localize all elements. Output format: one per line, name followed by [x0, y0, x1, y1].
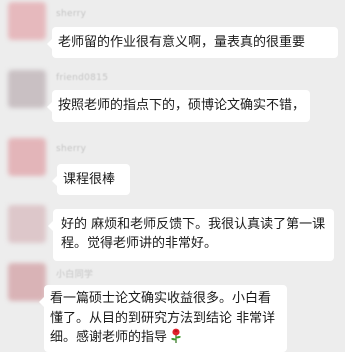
- chat-window: sherry 老师留的作业很有意义啊，量表真的很重要 friend0815 按照…: [0, 0, 345, 352]
- message-bubble[interactable]: 老师留的作业很有意义啊，量表真的很重要: [47, 27, 338, 58]
- message-bubble[interactable]: 看一篇硕士论文确实收益很多。小白看懂了。从目的到研究方法到结论 非常详细。感谢老…: [39, 285, 287, 352]
- avatar[interactable]: [8, 205, 46, 243]
- rose-icon: [169, 328, 183, 350]
- sender-name: sherry: [56, 144, 87, 154]
- sender-name: 小白同学: [56, 270, 94, 280]
- message-text: 看一篇硕士论文确实收益很多。小白看懂了。从目的到研究方法到结论 非常详细。感谢老…: [50, 291, 276, 345]
- avatar[interactable]: [8, 263, 46, 301]
- avatar[interactable]: [8, 138, 46, 176]
- message-bubble[interactable]: 按照老师的指点下的，硕博论文确实不错，: [47, 90, 310, 122]
- message-bubble[interactable]: 课程很棒: [52, 164, 130, 195]
- avatar[interactable]: [8, 70, 46, 108]
- sender-name: friend0815: [56, 73, 109, 83]
- avatar[interactable]: [8, 2, 46, 40]
- sender-name: sherry: [56, 9, 87, 19]
- message-bubble[interactable]: 好的 麻烦和老师反馈下。我很认真读了第一课程。觉得老师讲的非常好。: [48, 209, 334, 261]
